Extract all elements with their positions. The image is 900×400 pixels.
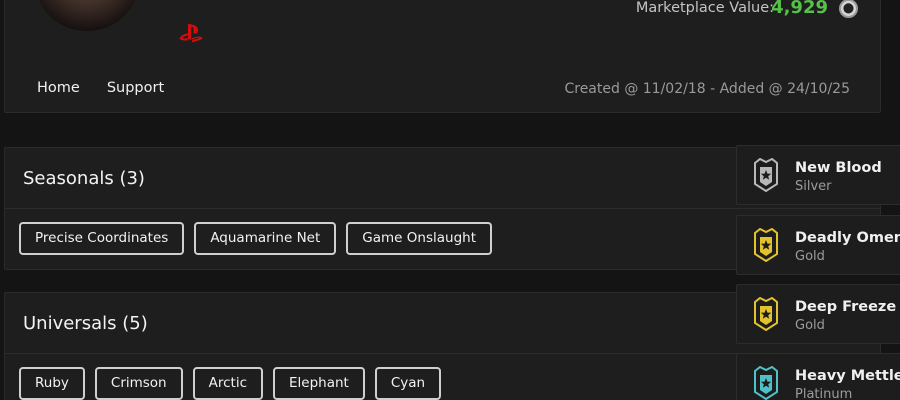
rank-tier: Gold — [795, 249, 825, 264]
seasonal-item[interactable]: Precise Coordinates — [19, 222, 185, 255]
universal-item[interactable]: Cyan — [374, 367, 442, 400]
universal-item[interactable]: Crimson — [94, 367, 183, 400]
rank-badge-icon — [754, 366, 778, 400]
rank-name: Deep Freeze — [795, 299, 897, 315]
profile-card: Marketplace Value: 4,929 ⬤ Home Support … — [4, 0, 881, 113]
universal-item[interactable]: Ruby — [19, 367, 85, 400]
rank-badge-icon — [754, 158, 778, 192]
section-title: Universals (5) — [23, 312, 148, 334]
rank-name: Heavy Mettle — [795, 368, 900, 384]
profile-nav: Home Support — [37, 80, 164, 96]
rank-name: New Blood — [795, 160, 882, 176]
rank-badge-icon — [754, 228, 778, 262]
nav-support-link[interactable]: Support — [107, 80, 164, 96]
playstation-icon — [179, 24, 203, 43]
rank-item[interactable]: New Blood Silver — [736, 145, 900, 205]
created-date-text: Created @ 11/02/18 - Added @ 24/10/25 — [564, 81, 850, 97]
seasonal-item[interactable]: Game Onslaught — [346, 222, 492, 255]
universal-item[interactable]: Arctic — [192, 367, 264, 400]
universal-item[interactable]: Elephant — [273, 367, 365, 400]
rank-tier: Platinum — [795, 387, 853, 400]
rank-badge-icon — [754, 297, 778, 331]
seasonal-item[interactable]: Aquamarine Net — [194, 222, 337, 255]
coin-icon: ⬤ — [839, 0, 858, 18]
rank-tier: Gold — [795, 318, 825, 333]
nav-home-link[interactable]: Home — [37, 80, 80, 96]
rank-tier: Silver — [795, 179, 832, 194]
rank-item[interactable]: Deep Freeze Gold — [736, 284, 900, 344]
rank-item[interactable]: Deadly Omen Gold — [736, 215, 900, 275]
marketplace-value-label: Marketplace Value: — [635, 0, 774, 16]
section-title: Seasonals (3) — [23, 167, 145, 189]
marketplace-value: 4,929 — [771, 0, 828, 18]
rank-item[interactable]: Heavy Mettle Platinum — [736, 353, 900, 400]
avatar[interactable] — [35, 0, 139, 31]
rank-name: Deadly Omen — [795, 230, 900, 246]
